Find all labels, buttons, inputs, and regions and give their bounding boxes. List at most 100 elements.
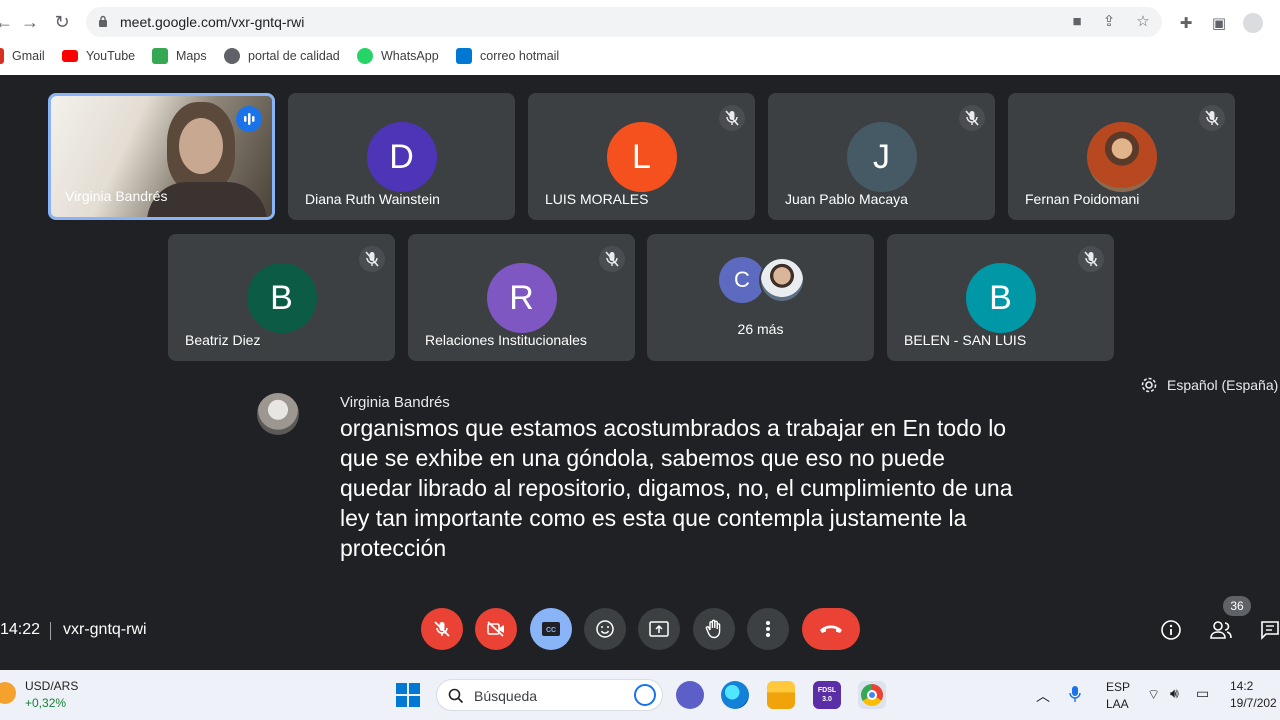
participant-tile-more[interactable]: C 26 más [647,234,874,361]
camera-icon[interactable]: ■ [1068,14,1086,30]
bookmark-gmail[interactable]: Gmail [0,47,45,65]
show-hidden-icons-chevron-icon[interactable]: ︿ [1036,686,1050,706]
present-screen-button[interactable] [638,608,680,650]
participant-tile-luis[interactable]: L LUIS MORALES [528,93,755,220]
participant-name: Diana Ruth Wainstein [305,191,440,207]
chat-button[interactable] [1258,618,1280,642]
avatar: B [965,263,1036,333]
participant-tile-beatriz[interactable]: B Beatriz Diez [168,234,395,361]
participant-tile-fernan[interactable]: Fernan Poidomani [1008,93,1235,220]
mic-off-glyph [725,110,739,126]
avatar: J [846,122,917,192]
participant-tile-diana[interactable]: D Diana Ruth Wainstein [288,93,515,220]
url-text: meet.google.com/vxr-gntq-rwi [120,14,305,30]
microphone-tray-icon[interactable] [1069,685,1081,703]
speaking-indicator-icon [236,106,262,132]
meeting-details-button[interactable] [1159,618,1183,642]
toggle-mic-button[interactable] [421,608,463,650]
maps-icon [152,48,168,64]
bookmark-correo-hotmail[interactable]: correo hotmail [456,47,559,65]
side-panel-icon[interactable]: ▣ [1210,15,1228,33]
participant-name: Virginia Bandrés [65,188,168,204]
hang-up-icon [820,625,842,633]
ticker-value: +0,32% [25,696,67,710]
captions-button[interactable]: CC [530,608,572,650]
forward-icon[interactable]: → [20,12,40,32]
toggle-camera-button[interactable] [475,608,517,650]
bookmark-youtube[interactable]: YouTube [62,47,135,65]
bing-icon[interactable] [634,684,656,706]
wifi-icon[interactable]: ⌔ [1147,686,1160,704]
participant-name: Beatriz Diez [185,332,261,348]
weather-widget-icon[interactable] [0,682,16,704]
battery-icon[interactable]: ▭ [1196,685,1209,702]
mic-off-glyph [365,251,379,267]
reactions-button[interactable] [584,608,626,650]
windows-taskbar: USD/ARS +0,32% Búsqueda FDSL 3.0 ︿ ESP L… [0,670,1280,720]
profile-avatar-icon[interactable] [1243,13,1263,33]
bookmark-portal-de-calidad[interactable]: portal de calidad [224,47,340,65]
present-icon [649,621,669,637]
mic-off-icon [719,105,745,131]
mic-off-glyph [605,251,619,267]
participant-name: Relaciones Institucionales [425,332,587,348]
reload-icon[interactable]: ↻ [52,12,72,32]
participant-count-badge: 36 [1223,596,1251,616]
taskbar-clock-time[interactable]: 14:2 [1230,679,1253,693]
bookmark-maps[interactable]: Maps [152,47,207,65]
participant-tile-juan-pablo[interactable]: J Juan Pablo Macaya [768,93,995,220]
participant-tile-virginia[interactable]: Virginia Bandrés [48,93,275,220]
chrome-taskbar-button[interactable] [858,681,886,709]
chrome-icon-center [867,690,877,700]
teams-chat-icon[interactable] [676,681,704,709]
edge-icon[interactable] [721,681,749,709]
participant-name: BELEN - SAN LUIS [904,332,1027,348]
start-tile [396,696,407,707]
bookmarks-bar: Gmail YouTube Maps portal de calidad Wha… [0,44,1280,68]
outlook-icon [456,48,472,64]
windows-start-icon[interactable] [396,683,420,707]
mic-off-glyph [1084,251,1098,267]
search-icon [448,688,464,704]
participant-name: Fernan Poidomani [1025,191,1140,207]
taskbar-clock-date[interactable]: 19/7/202 [1230,696,1277,710]
input-language[interactable]: ESP [1106,680,1130,694]
extensions-icon[interactable]: ✚ [1177,15,1195,33]
fdsl-app-icon[interactable]: FDSL 3.0 [813,681,841,709]
bookmark-star-icon[interactable]: ☆ [1134,14,1152,30]
mic-off-icon [434,621,450,637]
browser-chrome: ← → ↻ meet.google.com/vxr-gntq-rwi ■ ⇪ ☆… [0,0,1280,75]
keyboard-layout[interactable]: LAA [1106,697,1129,711]
bookmark-whatsapp[interactable]: WhatsApp [357,47,439,65]
avatar: B [246,263,317,333]
avatar: R [486,263,557,333]
caption-language-label: Español (España) [1167,377,1279,393]
address-bar[interactable]: meet.google.com/vxr-gntq-rwi ■ ⇪ ☆ [86,7,1162,37]
participant-name: Juan Pablo Macaya [785,191,908,207]
start-tile [409,683,420,694]
leave-call-button[interactable] [802,608,860,650]
caption-speaker-name: Virginia Bandrés [340,394,450,411]
audio-bars [244,113,255,125]
avatar: L [606,122,677,192]
raise-hand-button[interactable] [693,608,735,650]
caption-text: organismos que estamos acostumbrados a t… [340,415,1013,561]
mic-off-icon [599,246,625,272]
mic-off-icon [959,105,985,131]
participant-tile-relaciones[interactable]: R Relaciones Institucionales [408,234,635,361]
caption-language-selector[interactable]: Español (España) [1140,376,1278,394]
start-tile [396,683,407,694]
volume-icon[interactable]: 🔊︎ [1170,685,1179,702]
video-face [179,118,223,174]
participant-tile-belen[interactable]: B BELEN - SAN LUIS [887,234,1114,361]
people-button[interactable] [1209,618,1233,642]
file-explorer-icon[interactable] [767,681,795,709]
back-icon[interactable]: ← [0,12,14,32]
emoji-icon [596,620,614,638]
meeting-time: 14:22 [0,621,41,638]
avatar-photo [759,257,805,303]
mic-off-glyph [1205,110,1219,126]
more-options-button[interactable] [747,608,789,650]
share-icon[interactable]: ⇪ [1100,14,1118,30]
taskbar-search-box[interactable]: Búsqueda [436,679,663,711]
